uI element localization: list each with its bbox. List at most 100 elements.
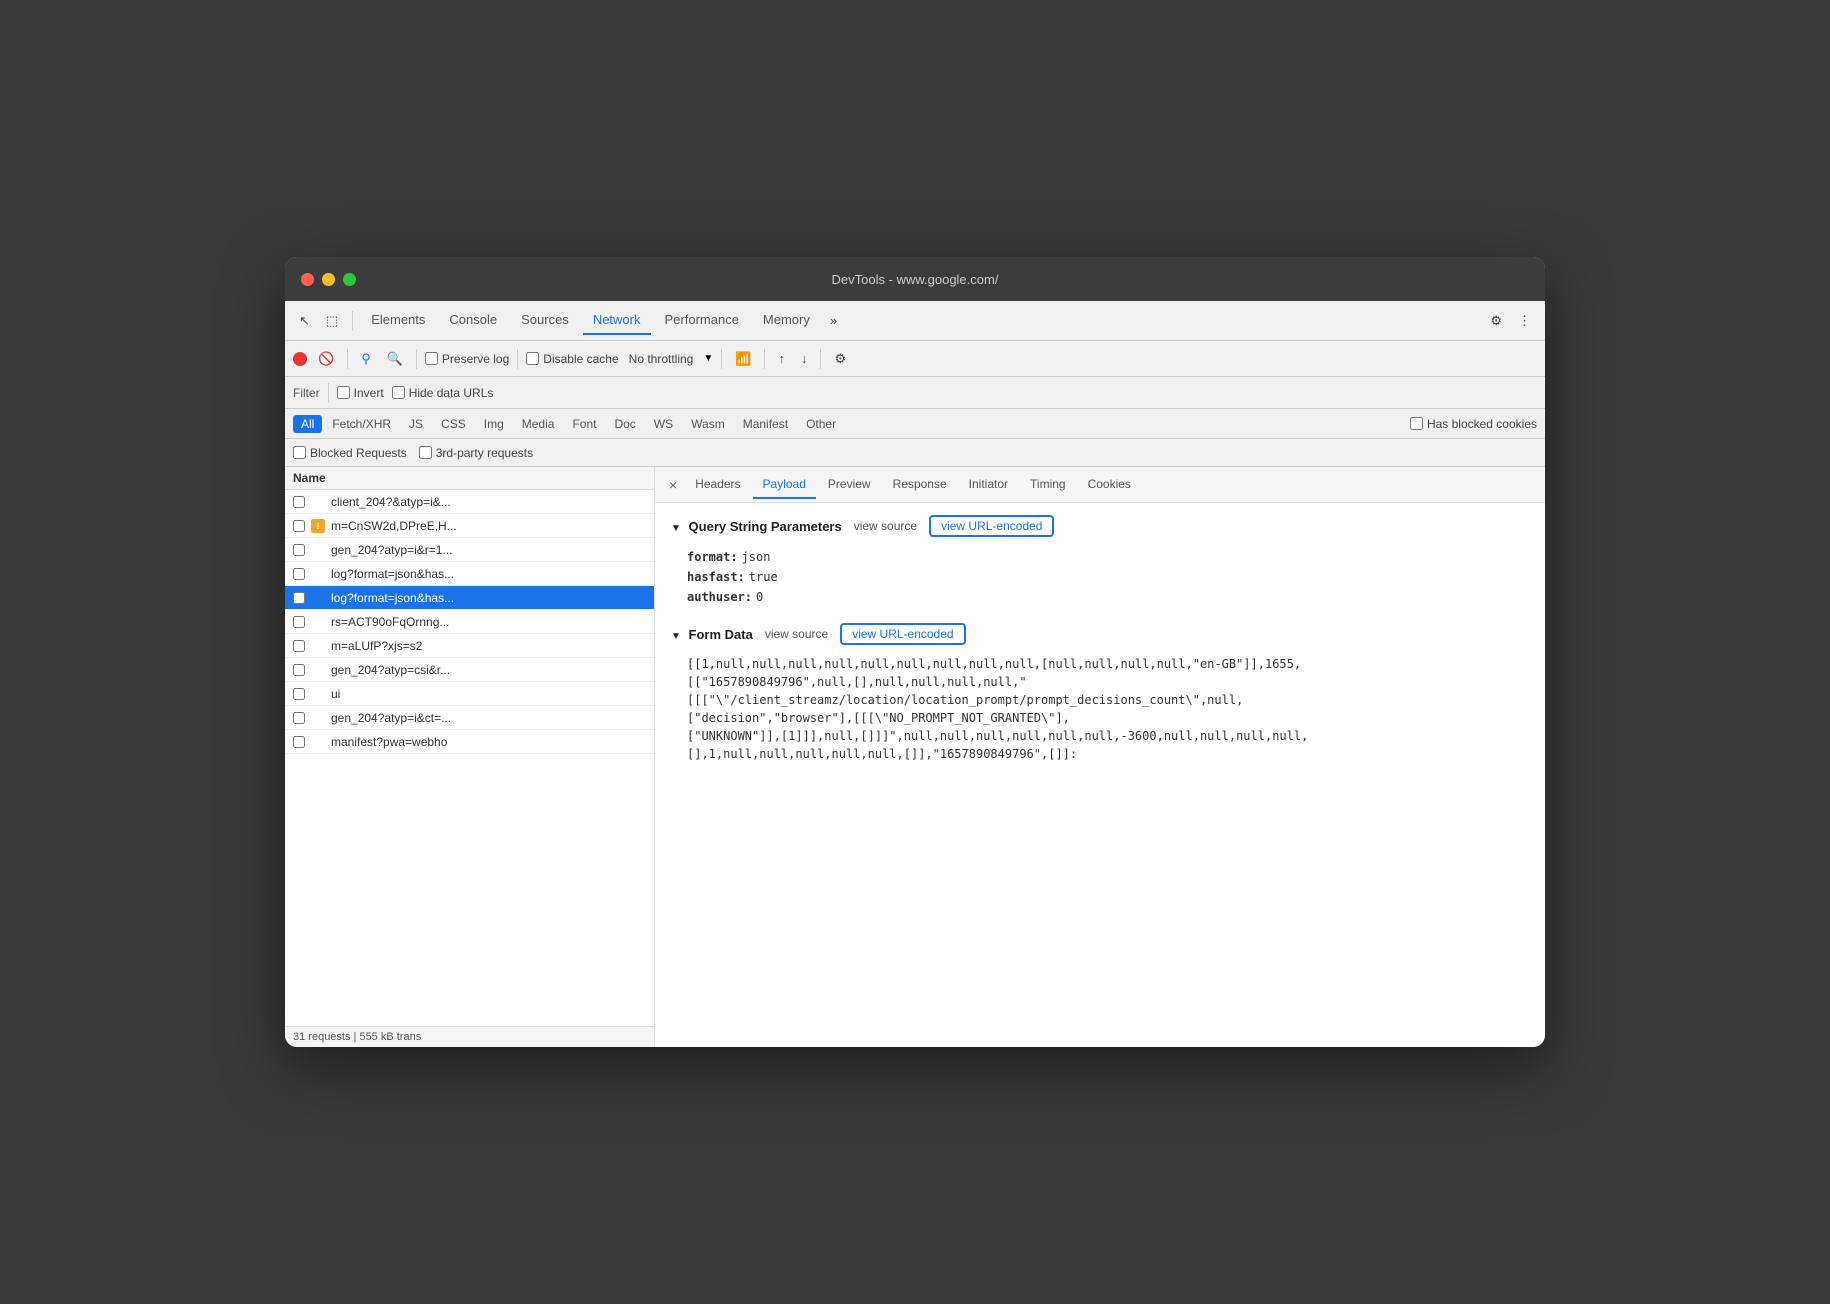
tab-payload[interactable]: Payload	[753, 471, 816, 499]
tab-memory[interactable]: Memory	[753, 306, 820, 335]
record-button[interactable]	[293, 352, 307, 366]
req-type-icon-4	[311, 567, 325, 581]
table-row[interactable]: manifest?pwa=webho	[285, 730, 654, 754]
disable-cache-label[interactable]: Disable cache	[526, 352, 618, 366]
row-checkbox-9[interactable]	[293, 688, 305, 700]
filter-wasm[interactable]: Wasm	[683, 415, 733, 433]
table-row[interactable]: ui	[285, 682, 654, 706]
table-row[interactable]: ! m=CnSW2d,DPreE,H...	[285, 514, 654, 538]
collapse-triangle-1[interactable]: ▼	[671, 523, 681, 534]
blocked-requests-label[interactable]: Blocked Requests	[293, 446, 407, 460]
tab-network[interactable]: Network	[583, 306, 651, 335]
requests-panel: Name client_204?&atyp=i&... ! m=CnSW2d,D…	[285, 467, 655, 1047]
filter-bar: Filter Invert Hide data URLs	[285, 377, 1545, 409]
filter-js[interactable]: JS	[401, 415, 431, 433]
req-type-icon-6	[311, 615, 325, 629]
invert-checkbox[interactable]	[337, 386, 350, 399]
tab-performance[interactable]: Performance	[655, 306, 749, 335]
upload-button[interactable]: ↑	[773, 348, 790, 369]
clear-button[interactable]: 🚫	[313, 348, 339, 370]
filter-all[interactable]: All	[293, 415, 322, 433]
tab-sources[interactable]: Sources	[511, 306, 579, 335]
row-checkbox-5[interactable]	[293, 592, 305, 604]
hide-data-urls-label[interactable]: Hide data URLs	[392, 386, 494, 400]
filter-fetch-xhr[interactable]: Fetch/XHR	[324, 415, 399, 433]
disable-cache-checkbox[interactable]	[526, 352, 539, 365]
details-panel: × Headers Payload Preview Response Initi…	[655, 467, 1545, 1047]
req-type-icon-11	[311, 735, 325, 749]
tab-headers[interactable]: Headers	[685, 471, 750, 499]
filter-other[interactable]: Other	[798, 415, 844, 433]
request-name-5: log?format=json&has...	[331, 591, 454, 605]
form-view-url-encoded-button[interactable]: view URL-encoded	[840, 623, 965, 645]
row-checkbox-10[interactable]	[293, 712, 305, 724]
query-view-url-encoded-button[interactable]: view URL-encoded	[929, 515, 1054, 537]
filter-doc[interactable]: Doc	[606, 415, 643, 433]
collapse-triangle-2[interactable]: ▼	[671, 631, 681, 642]
tab-preview[interactable]: Preview	[818, 471, 881, 499]
more-tabs-button[interactable]: »	[824, 309, 843, 332]
preserve-log-checkbox[interactable]	[425, 352, 438, 365]
hide-data-urls-checkbox[interactable]	[392, 386, 405, 399]
search-button[interactable]: 🔍	[382, 348, 408, 370]
invert-label[interactable]: Invert	[337, 386, 384, 400]
tab-console[interactable]: Console	[439, 306, 507, 335]
titlebar: DevTools - www.google.com/	[285, 257, 1545, 301]
row-checkbox-4[interactable]	[293, 568, 305, 580]
filter-img[interactable]: Img	[476, 415, 512, 433]
more-options-button[interactable]: ⋮	[1512, 309, 1537, 333]
row-checkbox-1[interactable]	[293, 496, 305, 508]
download-button[interactable]: ↓	[796, 348, 813, 369]
filter-label: Filter	[293, 386, 320, 400]
query-view-source-link[interactable]: view source	[854, 519, 917, 533]
table-row[interactable]: log?format=json&has...	[285, 586, 654, 610]
has-blocked-cookies-checkbox[interactable]	[1410, 417, 1423, 430]
blocked-requests-checkbox[interactable]	[293, 446, 306, 459]
table-row[interactable]: gen_204?atyp=i&ct=...	[285, 706, 654, 730]
filter-font[interactable]: Font	[564, 415, 604, 433]
table-row[interactable]: rs=ACT90oFqOrnng...	[285, 610, 654, 634]
preserve-log-label[interactable]: Preserve log	[425, 352, 509, 366]
maximize-button[interactable]	[343, 273, 356, 286]
net-separator-2	[416, 349, 417, 369]
form-view-source-link[interactable]: view source	[765, 627, 828, 641]
row-checkbox-11[interactable]	[293, 736, 305, 748]
has-blocked-cookies-label[interactable]: Has blocked cookies	[1410, 417, 1537, 431]
minimize-button[interactable]	[322, 273, 335, 286]
third-party-label[interactable]: 3rd-party requests	[419, 446, 533, 460]
net-separator-4	[721, 349, 722, 369]
row-checkbox-8[interactable]	[293, 664, 305, 676]
cursor-tool-button[interactable]: ↖	[293, 309, 316, 333]
table-row[interactable]: client_204?&atyp=i&...	[285, 490, 654, 514]
tab-response[interactable]: Response	[883, 471, 957, 499]
tab-cookies[interactable]: Cookies	[1078, 471, 1141, 499]
settings-button[interactable]: ⚙	[1484, 309, 1508, 333]
no-throttling-select[interactable]: No throttling	[625, 350, 698, 368]
wifi-icon: 📶	[735, 351, 751, 367]
table-row[interactable]: m=aLUfP?xjs=s2	[285, 634, 654, 658]
filter-button[interactable]: ⚲	[356, 348, 376, 370]
table-row[interactable]: gen_204?atyp=i&r=1...	[285, 538, 654, 562]
row-checkbox-3[interactable]	[293, 544, 305, 556]
table-row[interactable]: gen_204?atyp=csi&r...	[285, 658, 654, 682]
throttle-arrow: ▼	[703, 353, 713, 364]
wifi-settings-button[interactable]: 📶	[730, 348, 756, 370]
tab-timing[interactable]: Timing	[1020, 471, 1076, 499]
network-settings-button[interactable]: ⚙	[829, 348, 851, 370]
tab-initiator[interactable]: Initiator	[959, 471, 1018, 499]
filter-media[interactable]: Media	[514, 415, 563, 433]
close-detail-button[interactable]: ×	[663, 473, 683, 497]
filter-ws[interactable]: WS	[646, 415, 681, 433]
device-toggle-button[interactable]: ⬚	[320, 309, 344, 333]
third-party-checkbox[interactable]	[419, 446, 432, 459]
filter-manifest[interactable]: Manifest	[735, 415, 796, 433]
request-name-3: gen_204?atyp=i&r=1...	[331, 543, 452, 557]
param-key-authuser: authuser:	[687, 590, 752, 604]
row-checkbox-6[interactable]	[293, 616, 305, 628]
table-row[interactable]: log?format=json&has...	[285, 562, 654, 586]
filter-css[interactable]: CSS	[433, 415, 474, 433]
row-checkbox-2[interactable]	[293, 520, 305, 532]
tab-elements[interactable]: Elements	[361, 306, 435, 335]
row-checkbox-7[interactable]	[293, 640, 305, 652]
close-button[interactable]	[301, 273, 314, 286]
